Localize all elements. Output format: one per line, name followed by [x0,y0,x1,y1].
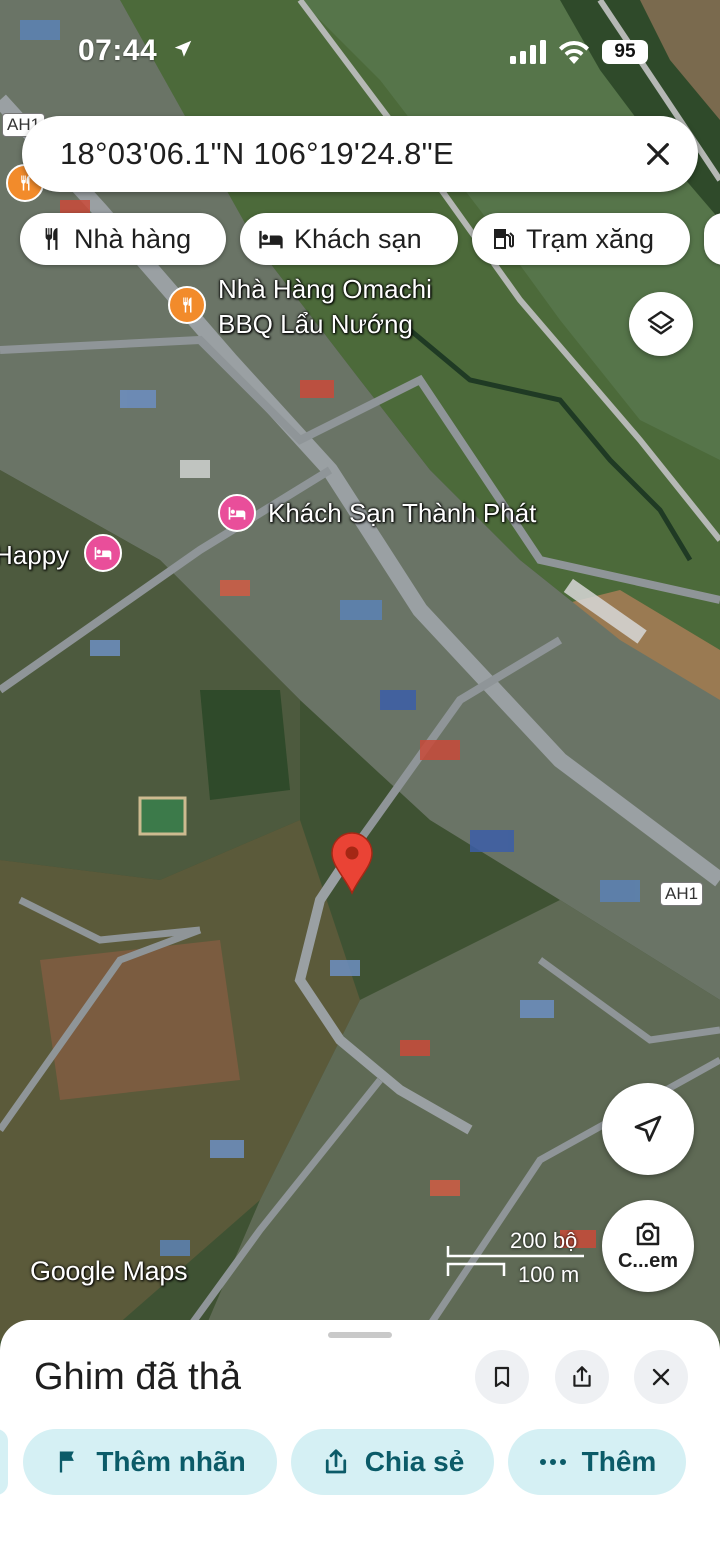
hotel-icon[interactable] [84,534,122,572]
cellular-signal-icon [510,40,546,64]
chip-restaurants[interactable]: Nhà hàng [20,213,226,265]
poi-label-line1: Nhà Hàng Omachi [218,274,432,304]
sheet-drag-handle[interactable] [328,1332,392,1338]
layers-icon [647,310,675,335]
status-time: 07:44 [78,34,158,67]
share-button[interactable]: Chia sẻ [291,1429,494,1495]
poi-label-omachi[interactable]: Nhà Hàng Omachi BBQ Lẩu Nướng [218,272,432,342]
close-sheet-button[interactable] [634,1350,688,1404]
chip-label: Nhà hàng [74,223,192,254]
layers-button[interactable] [629,292,693,356]
flag-icon [54,1448,82,1476]
chip-label: Trạm xăng [526,223,655,254]
place-bottom-sheet: Ghim đã thả Thêm nhãn Chia sẻ Thêm [0,1320,720,1564]
location-arrow-icon [174,40,192,57]
hotel-icon [256,224,286,254]
share-icon [573,1366,591,1387]
share-top-button[interactable] [555,1350,609,1404]
wifi-icon [559,41,589,64]
navigation-arrow-icon [634,1115,662,1142]
bookmark-icon [494,1366,510,1388]
scale-bar-lines [446,1246,584,1276]
poi-label-line2: BBQ Lẩu Nướng [218,309,413,339]
my-location-button[interactable] [602,1083,694,1175]
restaurant-icon [36,224,66,254]
gas-station-icon [488,224,518,254]
more-icon [538,1457,568,1467]
poi-label-khach-san-thanh-phat[interactable]: Khách Sạn Thành Phát [268,498,536,529]
action-label: Chia sẻ [364,1446,465,1477]
camera-icon [636,1222,660,1245]
close-icon[interactable] [642,138,674,170]
chip-label: Khách sạn [294,223,422,254]
chip-gas-stations[interactable]: Trạm xăng [472,213,690,265]
save-button[interactable] [475,1350,529,1404]
search-coordinates[interactable]: 18°03'06.1"N 106°19'24.8"E [60,136,454,172]
search-bar[interactable]: 18°03'06.1"N 106°19'24.8"E [22,116,698,192]
action-label: Thêm [581,1446,657,1477]
battery-indicator: 95 [602,40,648,64]
close-icon [652,1368,670,1386]
hotel-icon[interactable] [218,494,256,532]
google-maps-logo: Google Maps [30,1256,188,1286]
restaurant-icon[interactable] [168,286,206,324]
sheet-title: Ghim đã thả [34,1356,241,1398]
road-shield-ah1: AH1 [660,882,704,906]
chip-hotels[interactable]: Khách sạn [240,213,458,265]
share-icon [321,1447,351,1477]
poi-label-happy[interactable]: Happy [0,540,69,571]
action-label: Thêm nhãn [96,1446,246,1477]
camera-search-button[interactable]: C...em [602,1200,694,1292]
more-button[interactable]: Thêm [508,1429,686,1495]
camera-button-label: C...em [617,1249,679,1272]
add-label-button[interactable]: Thêm nhãn [23,1429,277,1495]
status-bar: 07:44 95 [0,0,720,104]
action-chip-partial[interactable] [0,1429,8,1495]
